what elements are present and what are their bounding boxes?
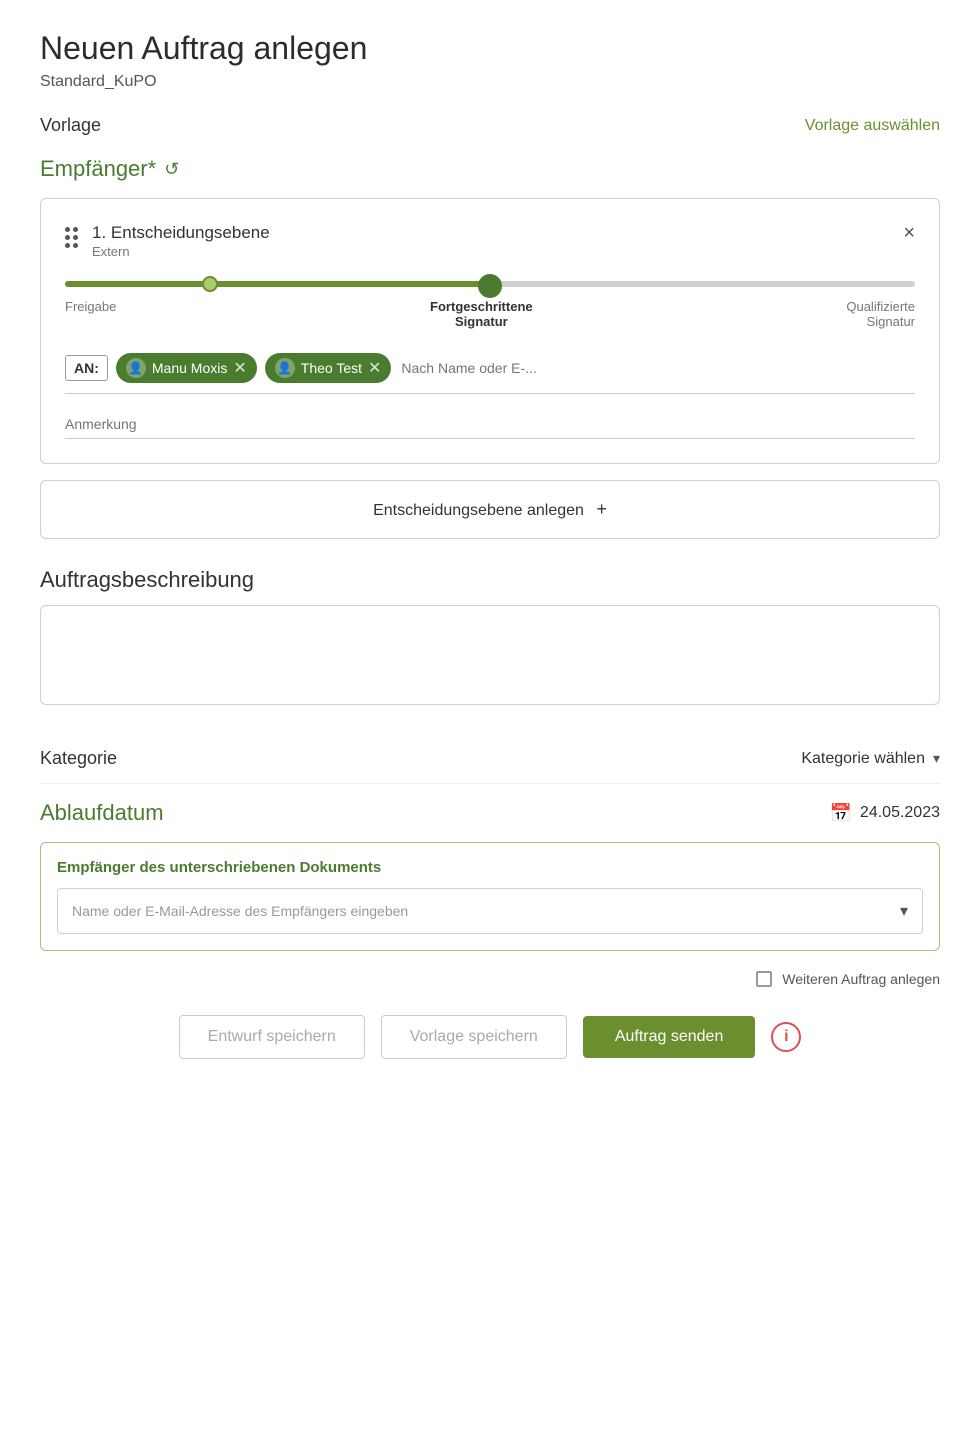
- level-title: 1. Entscheidungsebene: [92, 223, 270, 243]
- anmerkung-input[interactable]: [65, 410, 915, 439]
- weiteren-checkbox[interactable]: [756, 971, 772, 987]
- vorlage-row: Vorlage Vorlage auswählen: [40, 115, 940, 136]
- page-title: Neuen Auftrag anlegen: [40, 30, 940, 67]
- remove-recipient-manu[interactable]: ✕: [233, 358, 246, 378]
- drag-dot-3: [65, 235, 70, 240]
- recipient-avatar-theo: 👤: [275, 358, 295, 378]
- slider-label-qualifizierte: QualifizierteSignatur: [846, 299, 915, 329]
- recipient-name-theo: Theo Test: [301, 360, 362, 376]
- add-level-button[interactable]: Entscheidungsebene anlegen +: [40, 480, 940, 539]
- drag-dot-1: [65, 227, 70, 232]
- refresh-icon[interactable]: ↺: [164, 159, 179, 180]
- signed-doc-section: Empfänger des unterschriebenen Dokuments…: [40, 842, 940, 951]
- recipient-chip-manu[interactable]: 👤 Manu Moxis ✕: [116, 353, 257, 383]
- info-icon[interactable]: i: [771, 1022, 801, 1052]
- entscheidungsebene-card: 1. Entscheidungsebene Extern × Freigabe …: [40, 198, 940, 464]
- entwurf-speichern-button[interactable]: Entwurf speichern: [179, 1015, 365, 1059]
- recipient-chip-theo[interactable]: 👤 Theo Test ✕: [265, 353, 392, 383]
- recipient-search-input[interactable]: [399, 356, 915, 380]
- slider-thumb-freigabe: [202, 276, 218, 292]
- footer-buttons: Entwurf speichern Vorlage speichern Auft…: [40, 1015, 940, 1059]
- date-section[interactable]: 📅 24.05.2023: [830, 803, 941, 824]
- card-header: 1. Entscheidungsebene Extern ×: [65, 223, 915, 261]
- recipient-avatar-manu: 👤: [126, 358, 146, 378]
- chevron-down-icon: ▾: [933, 750, 940, 767]
- vorlage-auswahlen-link[interactable]: Vorlage auswählen: [805, 117, 940, 135]
- ablaufdatum-row: Ablaufdatum 📅 24.05.2023: [40, 800, 940, 826]
- kategorie-select[interactable]: Kategorie wählen ▾: [801, 750, 940, 768]
- add-level-label: Entscheidungsebene anlegen: [373, 502, 584, 519]
- signed-doc-placeholder: Name oder E-Mail-Adresse des Empfängers …: [72, 903, 408, 919]
- slider-thumb-active: [478, 274, 502, 298]
- ablaufdatum-label: Ablaufdatum: [40, 800, 164, 826]
- calendar-icon: 📅: [830, 803, 852, 824]
- slider-label-fortgeschrittene: FortgeschritteneSignatur: [430, 299, 533, 329]
- signed-doc-chevron-icon: ▾: [900, 901, 908, 921]
- auftrag-senden-button[interactable]: Auftrag senden: [583, 1016, 756, 1058]
- drag-dot-5: [65, 243, 70, 248]
- kategorie-label: Kategorie: [40, 748, 117, 769]
- level-extern: Extern: [92, 244, 130, 259]
- an-label: AN:: [65, 355, 108, 381]
- slider-track: [65, 281, 915, 287]
- vorlage-speichern-button[interactable]: Vorlage speichern: [381, 1015, 567, 1059]
- add-level-plus-icon: +: [596, 499, 607, 519]
- page-subtitle: Standard_KuPO: [40, 73, 940, 91]
- empfaenger-header: Empfänger* ↺: [40, 156, 940, 182]
- slider-labels: Freigabe FortgeschritteneSignatur Qualif…: [65, 299, 915, 329]
- ablaufdatum-value: 24.05.2023: [860, 804, 940, 822]
- an-row: AN: 👤 Manu Moxis ✕ 👤 Theo Test ✕: [65, 353, 915, 394]
- empfaenger-title: Empfänger*: [40, 156, 156, 182]
- auftragsbeschreibung-section: Auftragsbeschreibung: [40, 567, 940, 734]
- kategorie-select-label: Kategorie wählen: [801, 750, 925, 768]
- drag-dot-4: [73, 235, 78, 240]
- slider-label-freigabe: Freigabe: [65, 299, 116, 329]
- drag-handle[interactable]: [65, 227, 78, 248]
- signed-doc-title: Empfänger des unterschriebenen Dokuments: [57, 859, 923, 876]
- signature-slider[interactable]: Freigabe FortgeschritteneSignatur Qualif…: [65, 281, 915, 329]
- entscheidungsebene-info: 1. Entscheidungsebene Extern: [92, 223, 270, 261]
- kategorie-row: Kategorie Kategorie wählen ▾: [40, 734, 940, 784]
- drag-dot-2: [73, 227, 78, 232]
- signed-doc-dropdown[interactable]: Name oder E-Mail-Adresse des Empfängers …: [57, 888, 923, 934]
- vorlage-label: Vorlage: [40, 115, 101, 136]
- card-header-left: 1. Entscheidungsebene Extern: [65, 223, 270, 261]
- drag-dot-6: [73, 243, 78, 248]
- slider-fill: [65, 281, 490, 287]
- recipient-name-manu: Manu Moxis: [152, 360, 227, 376]
- close-card-button[interactable]: ×: [903, 223, 915, 243]
- auftragsbeschreibung-textarea[interactable]: [40, 605, 940, 705]
- auftragsbeschreibung-label: Auftragsbeschreibung: [40, 567, 940, 593]
- weiteren-row: Weiteren Auftrag anlegen: [40, 971, 940, 987]
- weiteren-label: Weiteren Auftrag anlegen: [782, 971, 940, 987]
- remove-recipient-theo[interactable]: ✕: [368, 358, 381, 378]
